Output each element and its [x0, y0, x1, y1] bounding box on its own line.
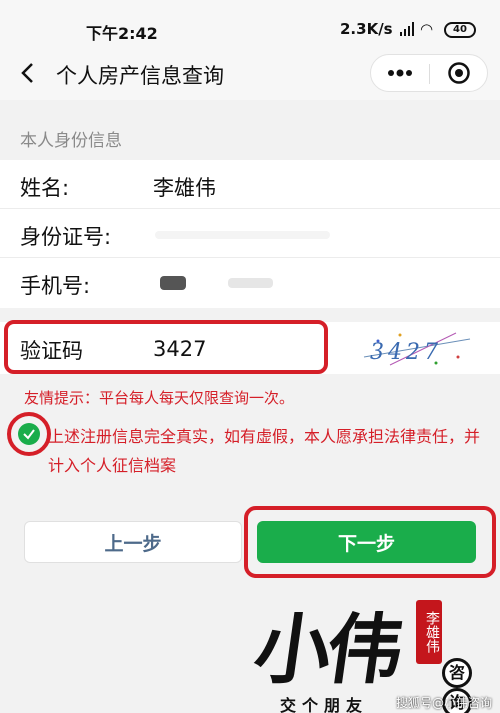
signal-icon: [400, 22, 414, 36]
consult-char-1: 咨: [442, 658, 472, 688]
identity-form: 姓名: 李雄伟 身份证号: 手机号:: [0, 160, 500, 308]
more-dots-icon[interactable]: [371, 55, 429, 91]
redacted-id-number: [155, 231, 330, 239]
redacted-phone-number: [160, 276, 186, 290]
chevron-left-icon[interactable]: [14, 58, 44, 88]
redacted-phone-number-tail: [228, 278, 273, 288]
target-close-icon[interactable]: [431, 55, 487, 91]
watermark-logo: 小伟 李雄伟 咨询 交个朋友 搜狐号@小伟咨询: [249, 580, 500, 713]
battery-icon: 40: [444, 22, 476, 38]
id-number-row: 身份证号:: [0, 209, 500, 258]
phone-row: 手机号:: [0, 258, 500, 307]
section-label: 本人身份信息: [20, 131, 122, 151]
name-label: 姓名:: [20, 176, 70, 200]
check-icon: [23, 429, 35, 440]
phone-label: 手机号:: [20, 274, 91, 298]
capsule-divider: [429, 64, 430, 84]
friendly-tip: 友情提示：平台每人每天仅限查询一次。: [24, 389, 295, 407]
captcha-image-text: 3427: [370, 340, 442, 365]
watermark-slogan: 交个朋友: [280, 696, 369, 713]
wifi-icon: ◠: [420, 20, 434, 38]
watermark-brush-text: 小伟: [248, 605, 406, 694]
status-bar: 下午2:42 2.3K/s ◠ 40: [0, 0, 500, 50]
next-step-button[interactable]: 下一步: [257, 521, 476, 563]
captcha-image[interactable]: 3427: [360, 327, 476, 371]
prev-step-button[interactable]: 上一步: [24, 521, 242, 563]
id-number-label: 身份证号:: [20, 225, 112, 249]
watermark-source: 搜狐号@小伟咨询: [396, 696, 493, 710]
agreement-text: 上述注册信息完全真实，如有虚假，本人愿承担法律责任，并计入个人征信档案: [48, 427, 481, 475]
status-time: 下午2:42: [86, 24, 158, 43]
captcha-highlight-frame: [4, 320, 328, 374]
agreement-checkbox[interactable]: [18, 423, 40, 445]
name-row: 姓名: 李雄伟: [0, 160, 500, 209]
nav-bar: 个人房产信息查询: [0, 50, 500, 100]
network-speed: 2.3K/s: [340, 20, 393, 38]
name-value: 李雄伟: [153, 176, 216, 200]
mini-program-capsule: [370, 54, 488, 92]
watermark-seal: 李雄伟: [416, 600, 442, 664]
page-title: 个人房产信息查询: [56, 64, 224, 88]
